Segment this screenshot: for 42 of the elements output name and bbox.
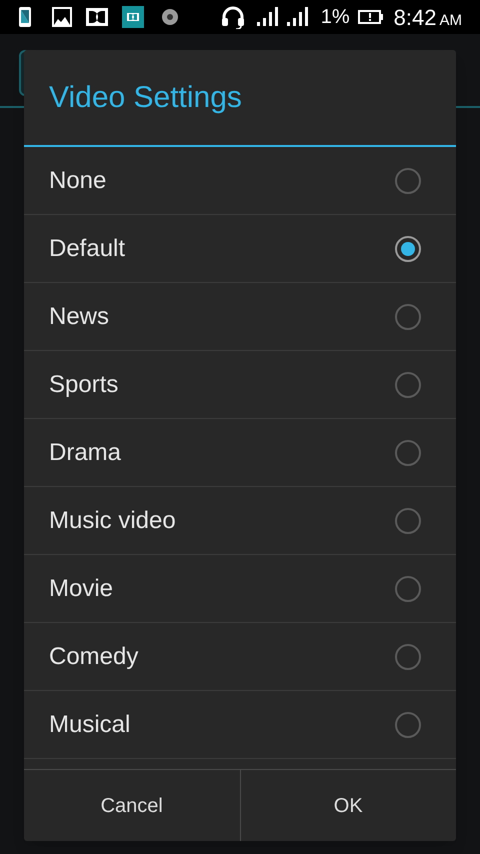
option-row[interactable]: Sports — [24, 351, 456, 419]
dialog-button[interactable]: Cancel — [24, 770, 240, 841]
option-label: Music video — [49, 506, 176, 536]
signal-icon — [286, 6, 309, 28]
radio-button[interactable] — [395, 372, 421, 398]
option-row[interactable]: None — [24, 147, 456, 215]
radio-button[interactable] — [395, 576, 421, 602]
option-row[interactable]: Music video — [24, 487, 456, 555]
disc-icon — [162, 9, 178, 25]
option-row[interactable]: Comedy — [24, 623, 456, 691]
battery-icon — [358, 10, 384, 24]
option-label: Comedy — [49, 642, 138, 672]
radio-button[interactable] — [395, 712, 421, 738]
option-label: Movie — [49, 574, 114, 604]
dialog-title: Video Settings — [49, 80, 242, 116]
clock-time: 8:42 — [394, 4, 436, 32]
dolby-icon — [86, 8, 108, 26]
option-label: Default — [49, 234, 126, 264]
option-label: Drama — [49, 438, 122, 468]
option-row[interactable]: Musical — [24, 691, 456, 759]
headset-icon — [220, 5, 245, 29]
option-label: None — [49, 166, 106, 196]
image-icon — [52, 7, 72, 27]
option-label: Musical — [49, 710, 130, 740]
dolby-app-icon — [122, 6, 144, 28]
radio-button[interactable] — [395, 440, 421, 466]
radio-button[interactable] — [395, 644, 421, 670]
radio-button[interactable] — [395, 304, 421, 330]
battery-percent: 1% — [320, 5, 350, 30]
radio-button[interactable] — [395, 508, 421, 534]
option-row[interactable]: News — [24, 283, 456, 351]
option-row[interactable]: Drama — [24, 419, 456, 487]
clock-ampm: AM — [440, 10, 462, 30]
option-row[interactable]: Default — [24, 215, 456, 283]
phone-icon — [18, 6, 32, 28]
option-label: Sports — [49, 370, 118, 400]
option-row[interactable]: Movie — [24, 555, 456, 623]
signal-icon — [256, 6, 279, 28]
dialog-button[interactable]: OK — [240, 770, 456, 841]
radio-button[interactable] — [395, 168, 421, 194]
radio-button[interactable] — [395, 236, 421, 262]
option-label: News — [49, 302, 110, 332]
